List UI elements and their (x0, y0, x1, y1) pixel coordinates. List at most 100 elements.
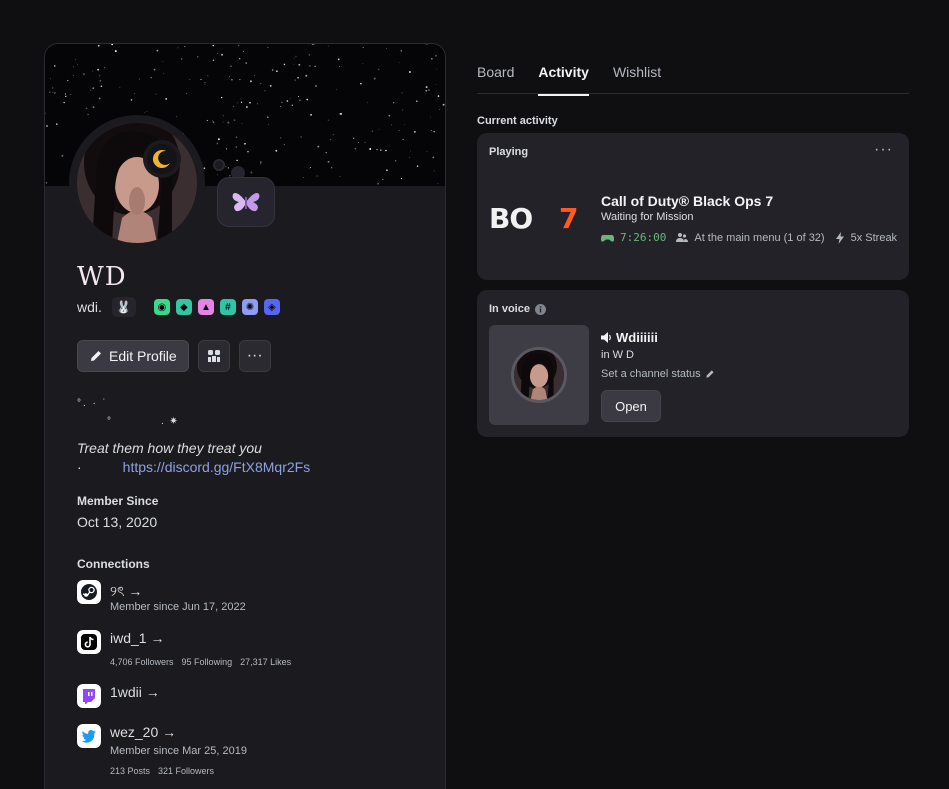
star (281, 101, 283, 103)
edit-profile-label: Edit Profile (109, 348, 177, 364)
star (300, 136, 302, 138)
avatar[interactable] (77, 123, 197, 243)
star (230, 65, 232, 67)
game-meta: 7:26:00 At the main menu (1 of 32) 5x St… (601, 231, 897, 244)
star (297, 76, 299, 79)
star (222, 115, 224, 117)
star (353, 137, 355, 139)
connection-twitter[interactable]: wez_20 → Member since Mar 25, 2019 213 P… (77, 724, 247, 776)
star (236, 102, 238, 104)
star (203, 167, 206, 170)
star (245, 62, 248, 64)
star (266, 116, 269, 119)
star (50, 78, 51, 80)
star (315, 85, 317, 87)
star (184, 46, 186, 48)
voice-channel[interactable]: in W D (601, 349, 634, 361)
lightning-icon (835, 231, 844, 244)
profile-actions: Edit Profile ··· (77, 340, 271, 372)
moon-icon (152, 150, 170, 169)
star (99, 75, 101, 77)
avatar-image (77, 123, 197, 243)
connection-name[interactable]: wez_20 → (110, 724, 247, 742)
tab-board[interactable]: Board (477, 64, 514, 96)
bunny-badge: 🐰 (111, 297, 136, 317)
voice-avatar-image (514, 350, 564, 400)
activity-more-button[interactable]: ··· (874, 141, 893, 159)
game-logo[interactable]: BO 7 (489, 204, 589, 232)
bio-quote: Treat them how they treat you (77, 440, 262, 456)
triangle-badge-icon[interactable]: ▲ (197, 299, 214, 315)
star (217, 138, 220, 141)
hypesquad-badge-icon[interactable]: ◆ (175, 299, 192, 315)
star (309, 167, 311, 168)
star (410, 150, 411, 152)
star (358, 141, 360, 143)
star (435, 84, 437, 85)
connection-twitch[interactable]: 1wdii → (77, 684, 160, 708)
star (244, 142, 246, 145)
star (73, 66, 74, 68)
star (338, 113, 340, 115)
star (393, 102, 395, 104)
star (416, 165, 419, 168)
server-profile-button[interactable] (197, 340, 230, 372)
connection-subtext: Member since Jun 17, 2022 (110, 601, 246, 613)
star (150, 76, 153, 79)
star (217, 53, 219, 54)
star (360, 82, 362, 85)
thought-bubble-small (213, 159, 225, 171)
star (217, 174, 219, 176)
connection-name[interactable]: 1wdii → (110, 684, 160, 702)
channel-status-row[interactable]: Set a channel status (601, 368, 715, 380)
star (260, 163, 262, 165)
connection-tiktok[interactable]: iwd_1 → 4,706 Followers 95 Following 27,… (77, 630, 291, 667)
edit-profile-button[interactable]: Edit Profile (77, 340, 189, 372)
profile-card: WD wdi. 🐰 ◉ ◆ ▲ # ✺ ◈ Edit Profile ··· °… (44, 43, 446, 789)
star (295, 55, 297, 57)
voice-thumbnail[interactable] (489, 325, 589, 425)
more-icon: ··· (246, 347, 263, 364)
star (221, 96, 223, 99)
playing-card: Playing ··· BO 7 Call of Duty® Black Ops… (477, 133, 909, 280)
in-voice-label: In voice (489, 303, 530, 315)
star (249, 101, 251, 104)
username[interactable]: wdi. (77, 299, 102, 315)
star (222, 121, 224, 123)
voice-user[interactable]: Wdiiiiii (616, 330, 658, 345)
speaker-icon (601, 332, 611, 343)
star (229, 76, 230, 78)
quest-badge-icon[interactable]: ◈ (263, 299, 280, 315)
connection-name[interactable]: ୨ৎ → (110, 580, 246, 599)
star (307, 44, 309, 46)
info-icon[interactable] (534, 303, 546, 315)
game-title[interactable]: Call of Duty® Black Ops 7 (601, 193, 773, 209)
star (235, 146, 237, 148)
star (327, 160, 330, 163)
bio-link-line: · https://discord.gg/FtX8Mqr2Fs (77, 459, 417, 475)
tab-wishlist[interactable]: Wishlist (613, 64, 661, 96)
more-options-button[interactable]: ··· (238, 340, 271, 372)
star (317, 145, 320, 148)
tab-activity[interactable]: Activity (538, 64, 589, 96)
connection-name[interactable]: iwd_1 → (110, 630, 291, 648)
hashtag-badge-icon[interactable]: # (219, 299, 236, 315)
boost-badge-icon[interactable]: ✺ (241, 299, 258, 315)
star (267, 46, 269, 48)
star (162, 61, 164, 62)
star (212, 44, 215, 47)
nitro-badge-icon[interactable]: ◉ (153, 299, 170, 315)
connection-subtext: Member since Mar 25, 2019 (110, 745, 247, 757)
star (45, 112, 46, 114)
avatar-wrap[interactable] (69, 115, 205, 251)
custom-status-bubble[interactable] (217, 177, 275, 227)
star (430, 116, 432, 118)
star (254, 75, 255, 77)
display-name: WD (77, 262, 127, 292)
open-voice-button[interactable]: Open (601, 390, 661, 422)
playing-label: Playing (489, 146, 529, 158)
invite-link[interactable]: https://discord.gg/FtX8Mqr2Fs (123, 459, 311, 475)
connection-steam[interactable]: ୨ৎ → Member since Jun 17, 2022 (77, 580, 246, 613)
star (186, 93, 187, 95)
pencil-icon (706, 370, 714, 378)
